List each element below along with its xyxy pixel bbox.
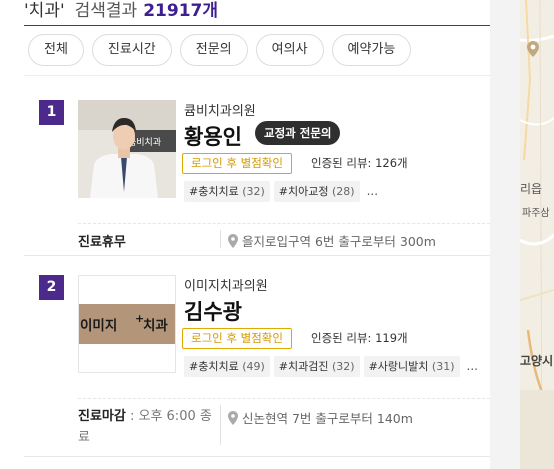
doctor-name[interactable]: 김수광 <box>184 296 242 326</box>
hours-status: 진료휴무 <box>78 231 126 250</box>
tag-count: (31) <box>431 360 455 373</box>
search-query: '치과' <box>24 1 65 21</box>
review-number: 126개 <box>375 156 408 170</box>
tag-list: #충치치료 (49) #치과검진 (32) #사랑니발치 (31) ... <box>184 356 478 377</box>
filter-all[interactable]: 전체 <box>28 34 84 66</box>
review-number: 119개 <box>375 331 408 345</box>
login-rating-badge[interactable]: 로그인 후 별점확인 <box>182 153 292 174</box>
tags-more[interactable]: ... <box>467 356 478 377</box>
tag-label: #치과검진 <box>278 360 329 373</box>
tag-label: #치아교정 <box>278 185 329 198</box>
info-row: 진료휴무 을지로입구역 6번 출구로부터 300m <box>78 223 490 254</box>
info-divider <box>220 230 221 248</box>
review-prefix: 인증된 리뷰: <box>311 331 372 345</box>
hours-detail: : 오후 6:00 종 <box>125 409 212 424</box>
tag-label: #충치치료 <box>189 185 239 198</box>
clinic-name[interactable]: 큠비치과의원 <box>184 100 256 119</box>
search-result-count: 21917개 <box>143 1 218 21</box>
map-marker-icon[interactable] <box>527 41 539 57</box>
filter-female-doctor[interactable]: 여의사 <box>255 34 324 66</box>
map-view[interactable]: 리읍 파주삼 고양시 <box>520 0 554 469</box>
tags-more[interactable]: ... <box>367 181 378 202</box>
tag-chip[interactable]: #충치치료 (32) <box>184 181 270 202</box>
search-result-header: '치과' 검색결과 21917개 <box>24 0 490 26</box>
clinic-photo[interactable]: 이미지 + 치과 <box>78 275 176 373</box>
tag-chip[interactable]: #치아교정 (28) <box>273 181 360 202</box>
info-divider <box>220 405 221 445</box>
filter-hours[interactable]: 진료시간 <box>91 34 172 66</box>
map-label: 파주삼 <box>522 208 550 219</box>
rank-badge: 2 <box>39 275 64 300</box>
tag-label: #충치치료 <box>189 360 239 373</box>
clinic-name[interactable]: 이미지치과의원 <box>184 275 268 294</box>
tag-chip[interactable]: #사랑니발치 (31) <box>363 356 460 377</box>
location-text: 신논현역 7번 출구로부터 140m <box>242 411 413 426</box>
hours-status-label: 진료휴무 <box>78 235 126 250</box>
review-count: 인증된 리뷰: 119개 <box>311 328 408 349</box>
tag-count: (32) <box>332 360 355 373</box>
rank-badge: 1 <box>39 100 64 125</box>
tag-count: (49) <box>242 360 265 373</box>
tag-label: #사랑니발치 <box>368 360 429 373</box>
tag-list: #충치치료 (32) #치아교정 (28) ... <box>184 181 378 202</box>
doctor-name[interactable]: 황용인 <box>184 121 242 151</box>
search-results-panel: '치과' 검색결과 21917개 전체 진료시간 전문의 여의사 예약가능 1 큠비… <box>0 0 520 469</box>
location-info[interactable]: 신논현역 7번 출구로부터 140m <box>228 408 413 427</box>
map-pin-icon <box>228 233 238 248</box>
result-divider <box>24 255 490 256</box>
hours-status-label: 진료마감 <box>78 409 126 424</box>
location-text: 을지로입구역 6번 출구로부터 300m <box>242 234 436 249</box>
map-background <box>520 0 554 469</box>
tag-count: (32) <box>242 185 265 198</box>
review-count: 인증된 리뷰: 126개 <box>311 153 408 174</box>
clinic-sign-text: 이미지 <box>80 317 117 334</box>
doctor-photo[interactable]: 큠비치과 <box>78 100 176 198</box>
map-pin-icon <box>228 410 238 425</box>
result-item[interactable]: 2 이미지 + 치과 이미지치과의원 김수광 로그인 후 별점확인 인증된 리뷰… <box>24 265 490 455</box>
info-row: 진료마감 : 오후 6:00 종료 신논현역 7번 출구로부터 140m <box>78 398 490 450</box>
scroll-gutter <box>490 0 520 469</box>
hours-detail-continued: 료 <box>78 430 90 445</box>
filter-specialist[interactable]: 전문의 <box>179 34 248 66</box>
tag-count: (28) <box>332 185 355 198</box>
tag-chip[interactable]: #충치치료 (49) <box>184 356 270 377</box>
review-prefix: 인증된 리뷰: <box>311 156 372 170</box>
result-item[interactable]: 1 큠비치과 큠비치과의원 황용인 교정과 전문의 로그인 후 별점확인 인증된… <box>24 90 490 254</box>
map-label: 고양시 <box>520 354 554 368</box>
hours-status: 진료마감 : 오후 6:00 종료 <box>78 406 216 448</box>
result-divider <box>24 456 490 457</box>
tag-chip[interactable]: #치과검진 (32) <box>273 356 360 377</box>
search-result-label: 검색결과 <box>74 1 138 21</box>
filter-bar: 전체 진료시간 전문의 여의사 예약가능 <box>28 34 412 66</box>
login-rating-badge[interactable]: 로그인 후 별점확인 <box>182 328 292 349</box>
map-label: 리읍 <box>520 182 543 196</box>
specialist-badge: 교정과 전문의 <box>255 121 341 145</box>
filter-divider <box>24 75 490 76</box>
filter-booking[interactable]: 예약가능 <box>331 34 412 66</box>
clinic-sign-text: 치과 <box>143 318 168 334</box>
location-info[interactable]: 을지로입구역 6번 출구로부터 300m <box>228 231 436 250</box>
